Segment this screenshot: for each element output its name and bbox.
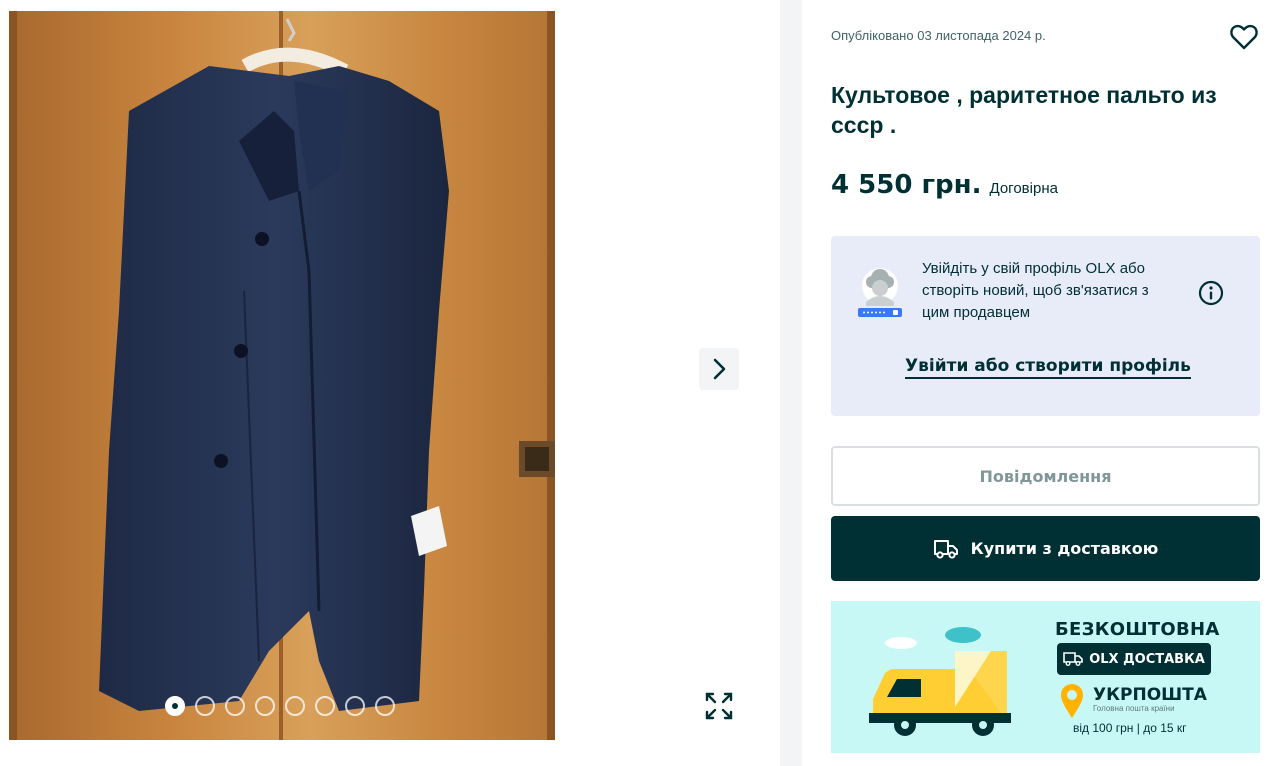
- location-pin-icon: [1061, 684, 1083, 718]
- gallery-pagination: [165, 696, 395, 716]
- listing-price: 4 550 грн.: [831, 170, 982, 200]
- delivery-truck-icon: [1063, 652, 1084, 666]
- olx-delivery-badge: OLX ДОСТАВКА: [1057, 643, 1211, 675]
- pagination-dot-4[interactable]: [255, 696, 275, 716]
- yellow-truck-illustration: [869, 627, 1011, 736]
- login-or-register-link[interactable]: Увійти або створити профіль: [905, 356, 1191, 379]
- pagination-dot-8[interactable]: [375, 696, 395, 716]
- free-delivery-banner[interactable]: БЕЗКОШТОВНА OLX ДОСТАВКА УКРПОШТА Головн…: [831, 601, 1260, 753]
- coat-photo-illustration: [9, 11, 555, 740]
- free-label: БЕЗКОШТОВНА: [1055, 619, 1220, 640]
- pagination-dot-1[interactable]: [165, 696, 185, 716]
- listing-page: Опубліковано 03 листопада 2024 р. Культо…: [0, 0, 1270, 766]
- login-prompt-card: Увійдіть у свій профіль OLX або створіть…: [831, 236, 1260, 416]
- listing-photo[interactable]: [9, 11, 555, 740]
- heart-icon: [1230, 24, 1258, 50]
- chevron-right-icon: [713, 358, 726, 380]
- favorite-button[interactable]: [1228, 21, 1260, 53]
- listing-title: Культовое , раритетное пальто из ссср .: [831, 82, 1217, 138]
- pagination-dot-7[interactable]: [345, 696, 365, 716]
- pagination-dot-2[interactable]: [195, 696, 215, 716]
- fullscreen-button[interactable]: [699, 686, 739, 726]
- pagination-dot-3[interactable]: [225, 696, 245, 716]
- delivery-terms: від 100 грн | до 15 кг: [1073, 721, 1187, 735]
- image-gallery: [0, 0, 780, 766]
- delivery-truck-icon: [933, 539, 958, 559]
- buy-with-delivery-label: Купити з доставкою: [970, 539, 1159, 558]
- expand-icon: [705, 692, 733, 720]
- buy-with-delivery-button[interactable]: Купити з доставкою: [831, 516, 1260, 581]
- pagination-dot-5[interactable]: [285, 696, 305, 716]
- column-divider: [780, 0, 802, 766]
- profile-avatar-icon: [858, 268, 902, 317]
- carrier-name: УКРПОШТА: [1093, 685, 1207, 705]
- login-prompt-text: Увійдіть у свій профіль OLX або створіть…: [922, 260, 1149, 321]
- posted-date: Опубліковано 03 листопада 2024 р.: [831, 28, 1046, 43]
- message-button[interactable]: Повідомлення: [831, 446, 1260, 506]
- info-icon[interactable]: [1197, 279, 1225, 307]
- pagination-dot-6[interactable]: [315, 696, 335, 716]
- next-image-button[interactable]: [699, 348, 739, 390]
- carrier-tagline: Головна пошта країни: [1093, 704, 1175, 713]
- price-row: 4 550 грн. Договірна: [831, 170, 1058, 200]
- negotiable-label: Договірна: [989, 180, 1058, 197]
- olx-delivery-label: OLX ДОСТАВКА: [1089, 651, 1205, 667]
- listing-details: Опубліковано 03 листопада 2024 р. Культо…: [802, 0, 1270, 766]
